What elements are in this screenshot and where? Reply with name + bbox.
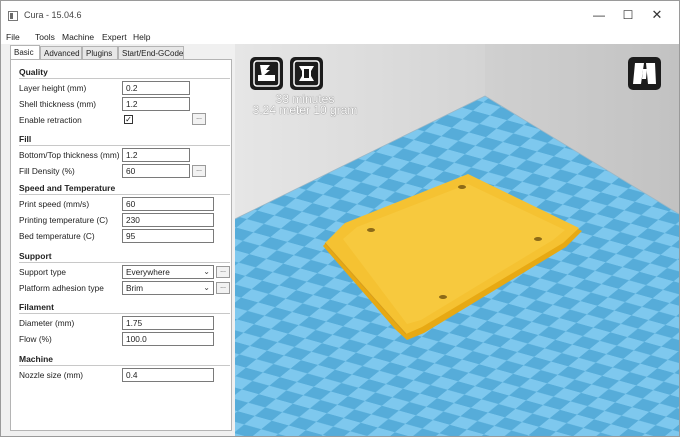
nozzle-size-label: Nozzle size (mm) xyxy=(19,370,84,380)
section-divider xyxy=(19,194,230,195)
menu-expert[interactable]: Expert xyxy=(102,32,127,42)
shell-thickness-input[interactable]: 1.2 xyxy=(122,97,190,111)
platform-adhesion-value: Brim xyxy=(126,283,144,293)
section-title-filament: Filament xyxy=(19,302,54,312)
platform-adhesion-select[interactable]: Brim ⌄ xyxy=(122,281,214,295)
print-settings-icon xyxy=(293,60,320,87)
section-divider xyxy=(19,78,230,79)
nozzle-size-input[interactable]: 0.4 xyxy=(122,368,214,382)
section-title-machine: Machine xyxy=(19,354,54,364)
fill-options-button[interactable]: ... xyxy=(192,165,206,177)
retraction-options-button[interactable]: ... xyxy=(192,113,206,125)
settings-panel: Basic Advanced Plugins Start/End-GCode Q… xyxy=(1,44,235,436)
support-type-label: Support type xyxy=(19,267,67,277)
print-material: 3.24 meter 10 gram xyxy=(252,103,358,117)
title-bar: Cura - 15.04.6 — ☐ ✕ xyxy=(1,1,679,29)
settings-tabs: Basic Advanced Plugins Start/End-GCode xyxy=(10,45,232,60)
menu-file[interactable]: File xyxy=(6,32,20,42)
minimize-button[interactable]: — xyxy=(584,5,614,25)
mount-hole xyxy=(458,185,466,189)
maximize-button[interactable]: ☐ xyxy=(613,5,643,25)
print-speed-input[interactable]: 60 xyxy=(122,197,214,211)
section-divider xyxy=(19,262,230,263)
layer-height-label: Layer height (mm) xyxy=(19,83,87,93)
tab-plugins[interactable]: Plugins xyxy=(82,46,118,60)
app-icon xyxy=(8,11,18,21)
printing-temperature-label: Printing temperature (C) xyxy=(19,215,108,225)
flow-input[interactable]: 100.0 xyxy=(122,332,214,346)
window-title: Cura - 15.04.6 xyxy=(24,10,82,20)
flow-label: Flow (%) xyxy=(19,334,52,344)
view-mode-button[interactable] xyxy=(628,57,661,90)
mount-hole xyxy=(367,228,375,232)
tab-basic[interactable]: Basic xyxy=(10,45,40,60)
menu-machine[interactable]: Machine xyxy=(62,32,94,42)
printing-temperature-input[interactable]: 230 xyxy=(122,213,214,227)
print-info: 33 minutes 3.24 meter 10 gram xyxy=(235,93,375,117)
fill-density-label: Fill Density (%) xyxy=(19,166,75,176)
print-settings-button[interactable] xyxy=(290,57,323,90)
tab-start-end-gcode[interactable]: Start/End-GCode xyxy=(118,46,184,60)
section-title-quality: Quality xyxy=(19,67,48,77)
support-type-select[interactable]: Everywhere ⌄ xyxy=(122,265,214,279)
fill-density-input[interactable]: 60 xyxy=(122,164,190,178)
enable-retraction-label: Enable retraction xyxy=(19,115,82,125)
platform-adhesion-label: Platform adhesion type xyxy=(19,283,104,293)
support-type-value: Everywhere xyxy=(126,267,170,277)
section-title-fill: Fill xyxy=(19,134,32,144)
close-button[interactable]: ✕ xyxy=(642,5,672,25)
section-divider xyxy=(19,313,230,314)
shell-thickness-label: Shell thickness (mm) xyxy=(19,99,96,109)
chevron-down-icon: ⌄ xyxy=(203,267,210,276)
chevron-down-icon: ⌄ xyxy=(203,283,210,292)
diameter-input[interactable]: 1.75 xyxy=(122,316,214,330)
menu-help[interactable]: Help xyxy=(133,32,150,42)
menu-tools[interactable]: Tools xyxy=(35,32,55,42)
menu-bar: File Tools Machine Expert Help xyxy=(1,29,679,44)
enable-retraction-checkbox[interactable]: ✓ xyxy=(124,115,133,124)
basic-settings-form: Quality Layer height (mm) 0.2 Shell thic… xyxy=(10,59,232,431)
section-divider xyxy=(19,145,230,146)
3d-viewport[interactable]: 33 minutes 3.24 meter 10 gram xyxy=(235,44,679,436)
support-options-button[interactable]: ... xyxy=(216,266,230,278)
bottom-top-thickness-label: Bottom/Top thickness (mm) xyxy=(19,150,120,160)
diameter-label: Diameter (mm) xyxy=(19,318,75,328)
view-mode-icon xyxy=(633,63,656,84)
app-window: Cura - 15.04.6 — ☐ ✕ File Tools Machine … xyxy=(0,0,680,437)
load-model-icon xyxy=(253,60,280,87)
section-title-speed: Speed and Temperature xyxy=(19,183,116,193)
mount-hole xyxy=(534,237,542,241)
tab-advanced[interactable]: Advanced xyxy=(40,46,82,60)
layer-height-input[interactable]: 0.2 xyxy=(122,81,190,95)
section-divider xyxy=(19,365,230,366)
mount-hole xyxy=(439,295,447,299)
adhesion-options-button[interactable]: ... xyxy=(216,282,230,294)
bed-temperature-label: Bed temperature (C) xyxy=(19,231,95,241)
load-model-button[interactable] xyxy=(250,57,283,90)
bottom-top-thickness-input[interactable]: 1.2 xyxy=(122,148,190,162)
print-speed-label: Print speed (mm/s) xyxy=(19,199,90,209)
bed-temperature-input[interactable]: 95 xyxy=(122,229,214,243)
section-title-support: Support xyxy=(19,251,52,261)
